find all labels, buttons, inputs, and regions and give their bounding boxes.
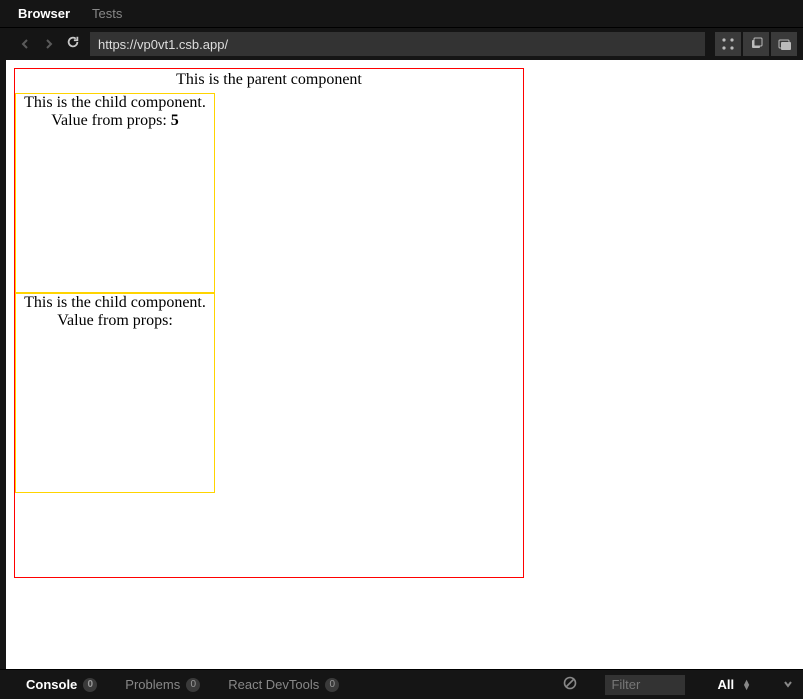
url-input[interactable] bbox=[90, 32, 705, 56]
preview-tabs: Browser Tests bbox=[0, 0, 803, 28]
child-value-line: Value from props: bbox=[16, 312, 214, 330]
devtools-count-badge: 0 bbox=[325, 678, 339, 692]
parent-component: This is the parent component This is the… bbox=[14, 68, 524, 578]
back-button[interactable] bbox=[18, 37, 32, 51]
child-value-line: Value from props: 5 bbox=[16, 112, 214, 130]
child-line1: This is the child component. bbox=[16, 94, 214, 112]
tab-tests[interactable]: Tests bbox=[92, 6, 122, 21]
reload-button[interactable] bbox=[66, 35, 80, 54]
open-window-icon[interactable] bbox=[771, 32, 797, 56]
grid-icon[interactable] bbox=[715, 32, 741, 56]
updown-icon: ▲▼ bbox=[742, 680, 751, 690]
preview-viewport: This is the parent component This is the… bbox=[6, 60, 803, 669]
toolbar-actions bbox=[715, 32, 797, 56]
console-label: Console bbox=[26, 677, 77, 692]
devtools-label: React DevTools bbox=[228, 677, 319, 692]
console-tab[interactable]: Console 0 bbox=[26, 677, 97, 692]
forward-button[interactable] bbox=[42, 37, 56, 51]
child-value: 5 bbox=[171, 112, 179, 129]
parent-title: This is the parent component bbox=[15, 69, 523, 89]
child-line1: This is the child component. bbox=[16, 294, 214, 312]
copy-icon[interactable] bbox=[743, 32, 769, 56]
browser-toolbar bbox=[0, 28, 803, 60]
problems-label: Problems bbox=[125, 677, 180, 692]
child-component-1: This is the child component. Value from … bbox=[15, 93, 215, 293]
console-bar: Console 0 Problems 0 React DevTools 0 Al… bbox=[0, 669, 803, 699]
problems-count-badge: 0 bbox=[186, 678, 200, 692]
console-count-badge: 0 bbox=[83, 678, 97, 692]
console-filter-input[interactable] bbox=[605, 675, 685, 695]
child-component-2: This is the child component. Value from … bbox=[15, 293, 215, 493]
react-devtools-tab[interactable]: React DevTools 0 bbox=[228, 677, 339, 692]
clear-console-icon[interactable] bbox=[563, 676, 577, 693]
chevron-down-icon[interactable] bbox=[783, 677, 793, 692]
child-value-label: Value from props: bbox=[57, 312, 173, 329]
log-level-label: All bbox=[717, 677, 734, 692]
child-value-label: Value from props: bbox=[51, 112, 171, 129]
tab-browser[interactable]: Browser bbox=[18, 6, 70, 21]
log-level-select[interactable]: All ▲▼ bbox=[713, 677, 755, 692]
problems-tab[interactable]: Problems 0 bbox=[125, 677, 200, 692]
